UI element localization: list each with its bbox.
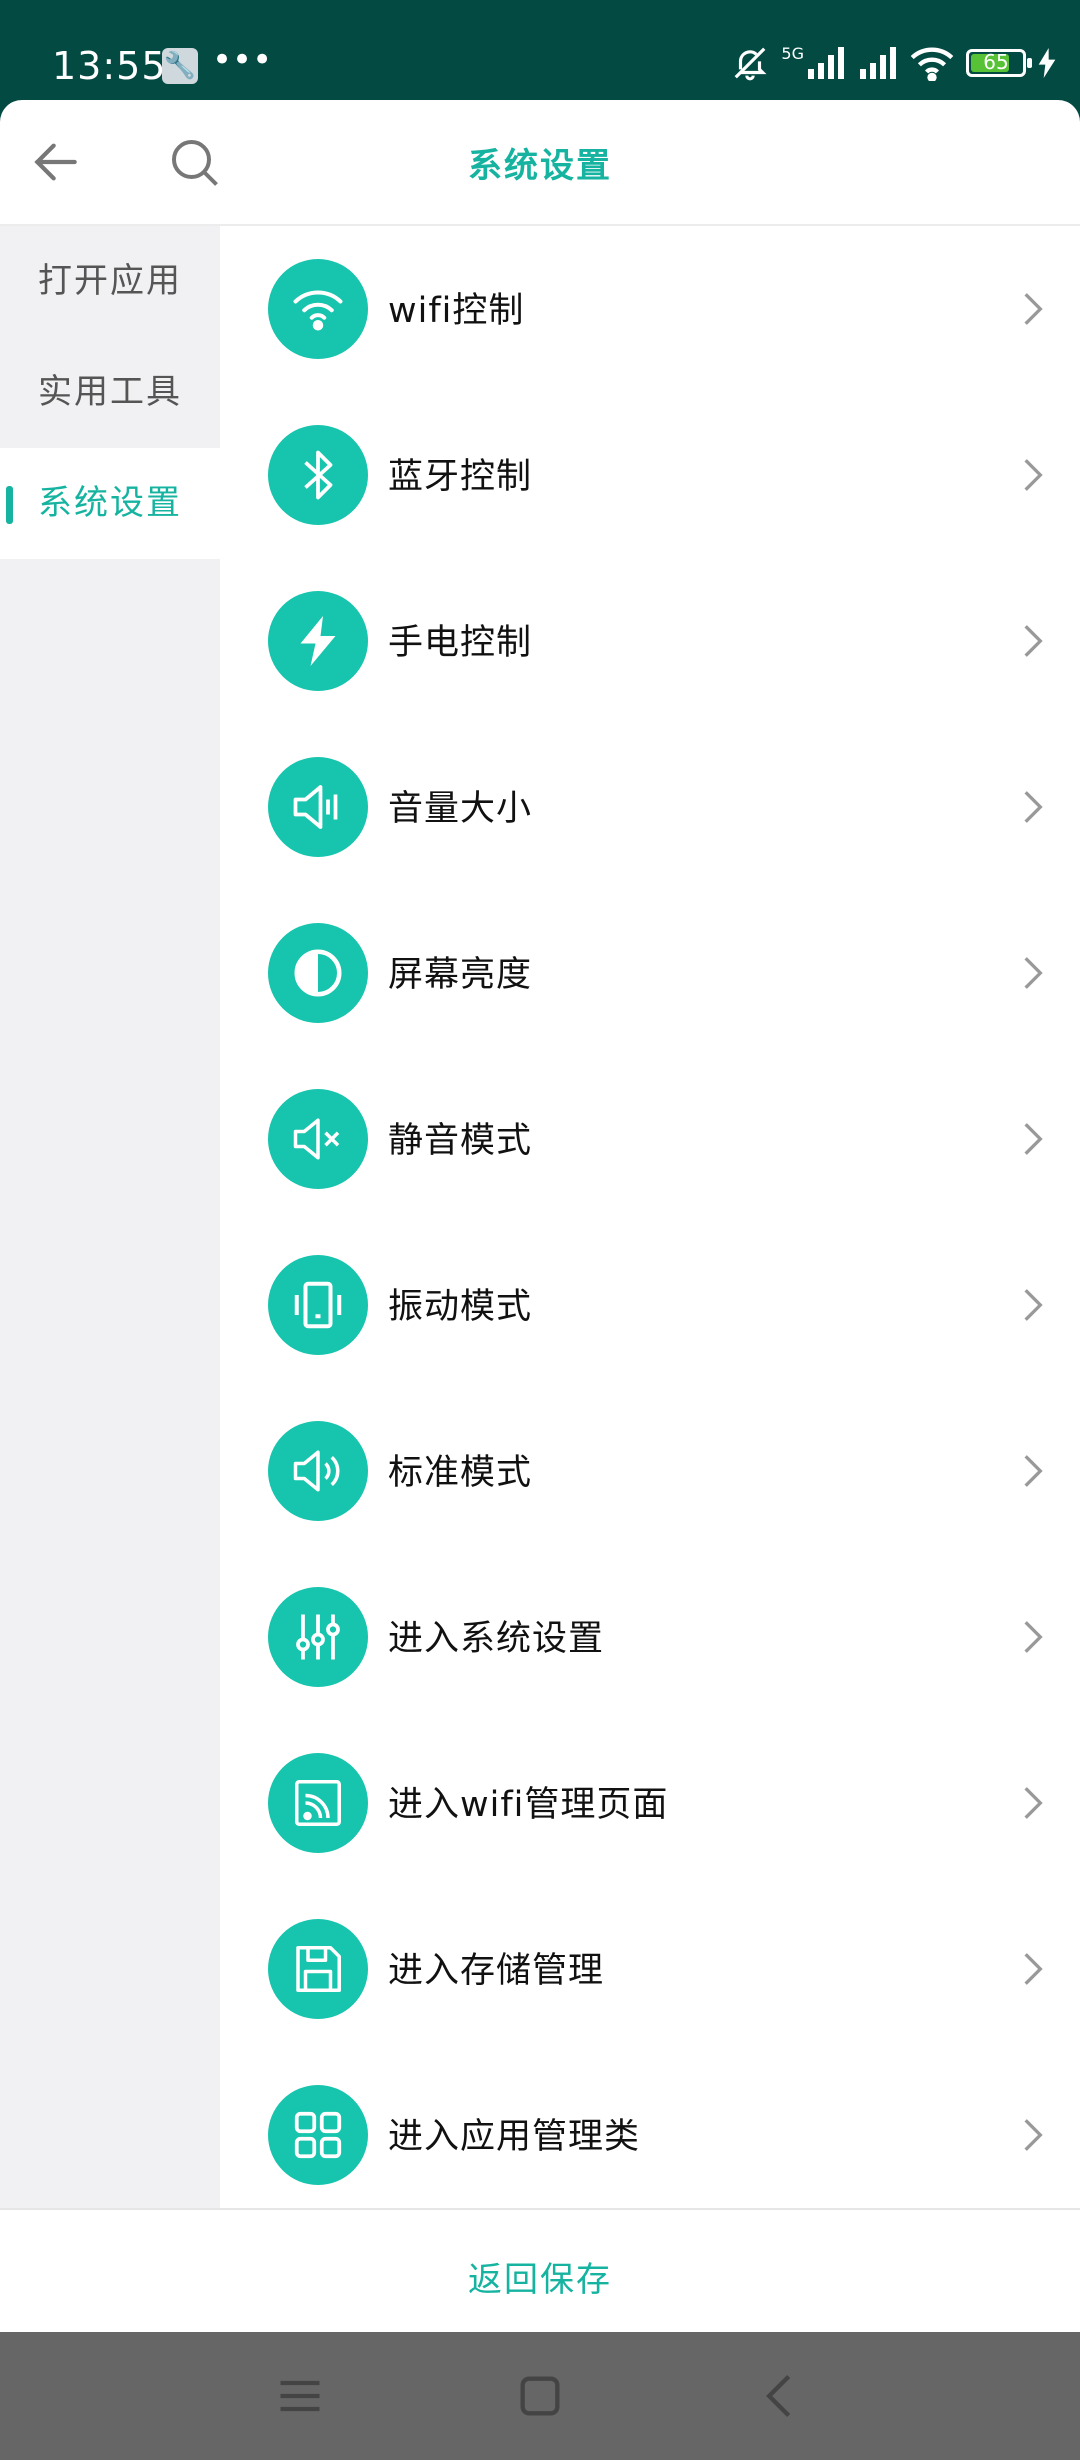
app-window: 系统设置 打开应用 实用工具 系统设置 wifi控制 蓝牙控制 手电控制 音量大…: [0, 100, 1080, 2332]
status-icons: 5G 65: [731, 44, 1056, 82]
list-item-open-system-settings[interactable]: 进入系统设置: [220, 1554, 1080, 1720]
battery-icon: 65: [966, 49, 1032, 77]
bell-off-icon: [735, 47, 767, 81]
footer-bar: 返回保存: [0, 2208, 1080, 2332]
chevron-right-icon: [1024, 957, 1043, 989]
list-item-storage-management[interactable]: 进入存储管理: [220, 1886, 1080, 2052]
list-item-app-management[interactable]: 进入应用管理类: [220, 2052, 1080, 2208]
chevron-right-icon: [1024, 2119, 1043, 2151]
network-type-label: 5G: [781, 44, 804, 63]
cast-icon: [295, 1780, 341, 1826]
list-item-label: 手电控制: [388, 623, 533, 663]
vibrate-icon: [294, 1281, 342, 1329]
clock: 13:55: [52, 44, 167, 88]
volume-icon: [293, 785, 338, 829]
wifi-status-icon: [910, 47, 954, 81]
list-item-standard-mode[interactable]: 标准模式: [220, 1388, 1080, 1554]
chevron-right-icon: [1024, 1289, 1043, 1321]
wifi-icon: [293, 290, 343, 331]
list-item-label: 进入系统设置: [388, 1619, 605, 1659]
list-item-bluetooth[interactable]: 蓝牙控制: [220, 392, 1080, 558]
list-item-label: 蓝牙控制: [388, 457, 533, 497]
sidebar-item-open-apps[interactable]: 打开应用: [0, 226, 220, 337]
list-item-label: 静音模式: [388, 1121, 533, 1161]
list-item-label: 进入存储管理: [388, 1951, 605, 1991]
list-item-mute[interactable]: 静音模式: [220, 1056, 1080, 1222]
header-bar: 系统设置: [0, 100, 1080, 226]
status-bar: 13:55 🔧 ••• 5G 65: [0, 0, 1080, 100]
chevron-right-icon: [1024, 1123, 1043, 1155]
more-notifications-icon: •••: [212, 40, 273, 80]
settings-list: wifi控制 蓝牙控制 手电控制 音量大小 屏幕亮度 静音模式 振动模式 标准模…: [220, 226, 1080, 2208]
chevron-right-icon: [1024, 1953, 1043, 1985]
list-item-label: 音量大小: [388, 789, 533, 829]
save-icon: [296, 1946, 341, 1992]
brightness-icon: [294, 949, 342, 997]
chevron-right-icon: [1024, 625, 1043, 657]
list-item-wifi[interactable]: wifi控制: [220, 226, 1080, 392]
list-item-brightness[interactable]: 屏幕亮度: [220, 890, 1080, 1056]
system-navigation-bar: [0, 2332, 1080, 2460]
sliders-icon: [296, 1614, 340, 1660]
wrench-icon: 🔧: [162, 48, 198, 84]
chevron-right-icon: [1024, 1621, 1043, 1653]
charging-icon: [1038, 48, 1056, 78]
chevron-right-icon: [1024, 791, 1043, 823]
list-item-vibrate[interactable]: 振动模式: [220, 1222, 1080, 1388]
signal-icon-2: [860, 47, 896, 79]
chevron-right-icon: [1024, 1455, 1043, 1487]
sidebar-item-utilities[interactable]: 实用工具: [0, 337, 220, 448]
list-item-label: 屏幕亮度: [388, 955, 533, 995]
return-save-button[interactable]: 返回保存: [0, 2252, 1080, 2301]
list-item-label: 进入wifi管理页面: [388, 1785, 669, 1825]
chevron-right-icon: [1024, 293, 1043, 325]
page-title: 系统设置: [468, 146, 612, 186]
list-item-wifi-management[interactable]: 进入wifi管理页面: [220, 1720, 1080, 1886]
nav-back-icon[interactable]: [754, 2370, 806, 2422]
list-item-label: 振动模式: [388, 1287, 533, 1327]
signal-icon: [808, 47, 844, 79]
list-item-label: wifi控制: [388, 291, 525, 331]
home-icon[interactable]: [514, 2370, 566, 2422]
flashlight-icon: [300, 616, 336, 666]
mute-icon: [293, 1118, 340, 1160]
list-item-flashlight[interactable]: 手电控制: [220, 558, 1080, 724]
sound-icon: [293, 1450, 340, 1492]
sidebar: 打开应用 实用工具 系统设置: [0, 226, 220, 2208]
menu-icon[interactable]: [274, 2370, 326, 2422]
chevron-right-icon: [1024, 1787, 1043, 1819]
list-item-label: 进入应用管理类: [388, 2117, 641, 2157]
chevron-right-icon: [1024, 459, 1043, 491]
list-item-volume[interactable]: 音量大小: [220, 724, 1080, 890]
bluetooth-icon: [304, 450, 333, 500]
sidebar-item-system-settings[interactable]: 系统设置: [0, 448, 220, 559]
grid-icon: [294, 2111, 342, 2159]
list-item-label: 标准模式: [388, 1453, 533, 1493]
